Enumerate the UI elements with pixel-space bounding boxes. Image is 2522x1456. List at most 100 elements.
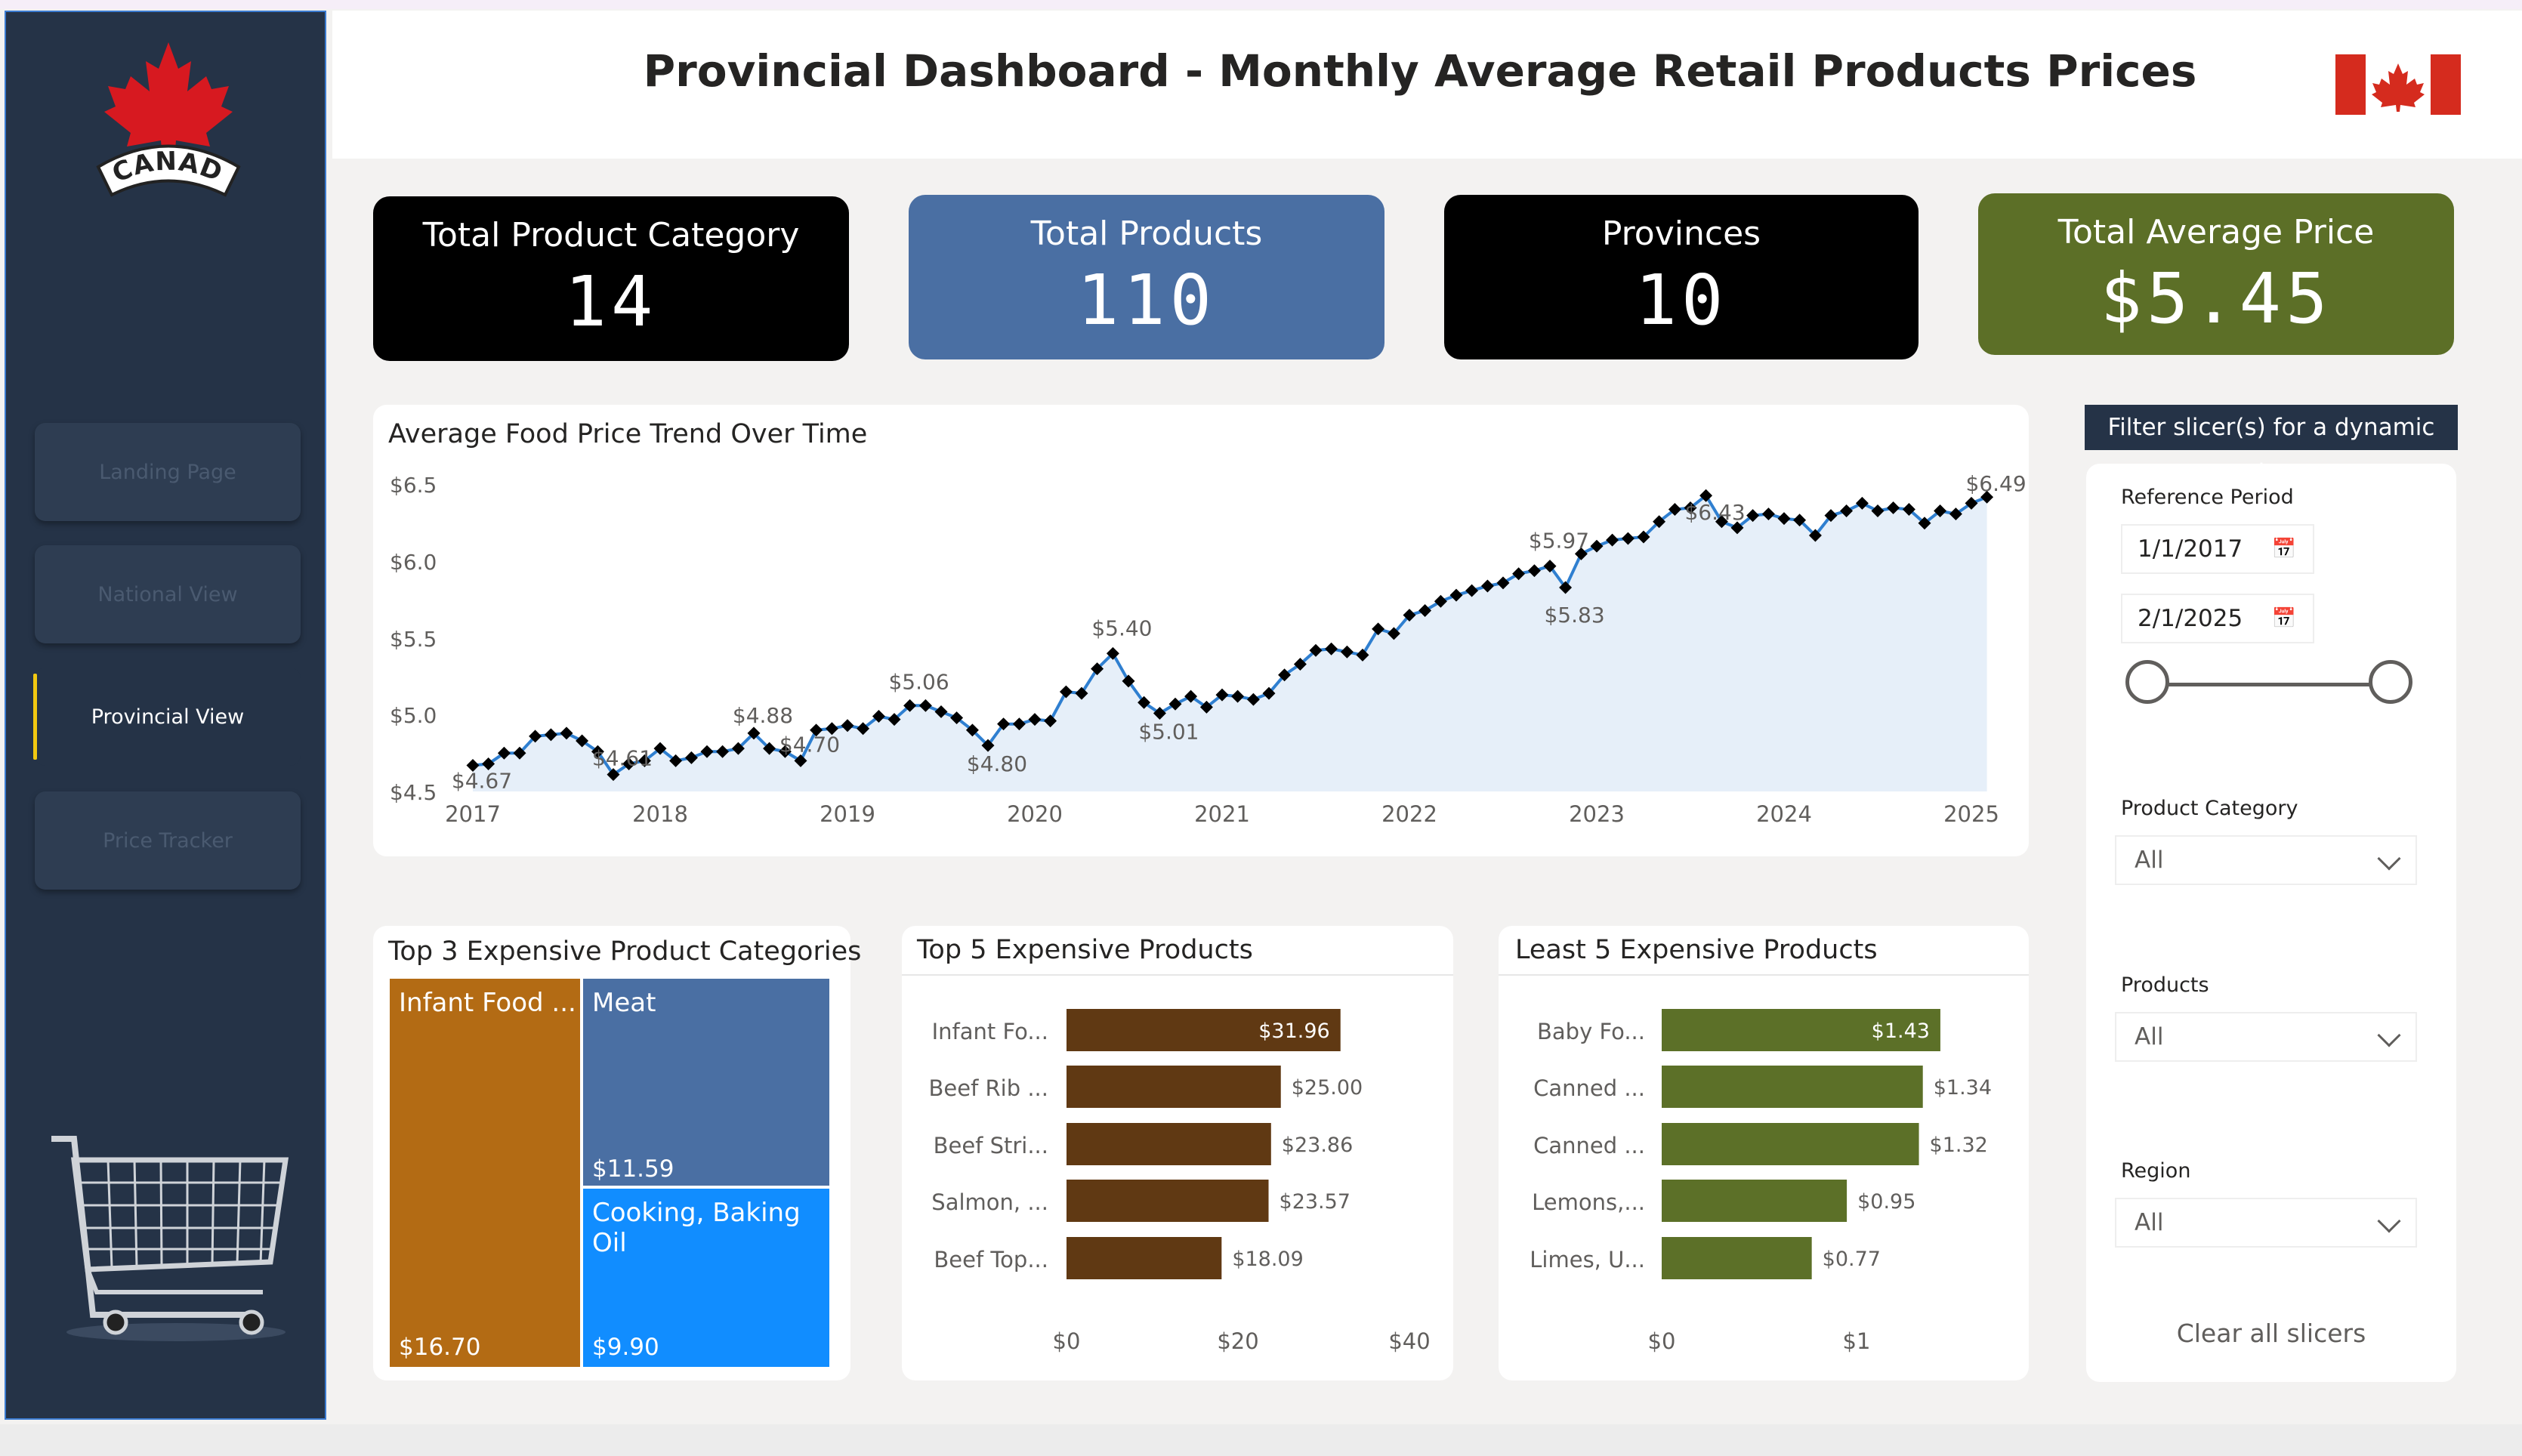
bar-value-label: $23.86 (1282, 1134, 1353, 1157)
nav-provincial-view[interactable]: Provincial View (33, 668, 301, 766)
slicer-header: Filter slicer(s) for a dynamic view (2085, 405, 2458, 486)
shopping-cart-icon (51, 1136, 289, 1341)
dropdown-value: All (2135, 847, 2164, 874)
chevron-down-icon (2377, 1209, 2401, 1233)
nav-national-view[interactable]: National View (35, 545, 301, 643)
kpi-label: Total Product Category (422, 216, 800, 254)
x-tick: 2023 (1569, 801, 1625, 827)
kpi-value: 10 (1635, 260, 1728, 341)
treemap-tile-value: $16.70 (399, 1334, 481, 1361)
category-label: Infant Fo... (932, 1019, 1048, 1044)
kpi-total-average-price: Total Average Price $5.45 (1978, 193, 2454, 355)
bar[interactable] (1662, 1123, 1919, 1165)
treemap-tile-label: Cooking, Baking Oil (592, 1198, 801, 1258)
least5-title: Least 5 Expensive Products (1515, 935, 1878, 965)
least5-bar-chart[interactable]: Baby Fo... Canned ... Canned ... Lemons,… (1499, 974, 2029, 1367)
x-tick: $0 (1053, 1328, 1081, 1354)
page-title: Provincial Dashboard - Monthly Average R… (643, 45, 2197, 97)
top-border (0, 0, 2522, 9)
products-label: Products (2121, 973, 2209, 997)
category-label: Limes, U... (1530, 1247, 1645, 1272)
bar-value-label: $23.57 (1280, 1190, 1351, 1214)
x-tick: 2024 (1756, 801, 1812, 827)
y-tick: $5.5 (390, 627, 437, 652)
range-slider-start-handle[interactable] (2125, 660, 2169, 704)
bar[interactable] (1662, 1180, 1848, 1222)
bar[interactable] (1067, 1123, 1271, 1165)
category-label: Beef Stri... (934, 1133, 1048, 1158)
dropdown-value: All (2135, 1023, 2164, 1050)
bar-value-label: $1.32 (1930, 1134, 1988, 1157)
category-label: Canned ... (1533, 1133, 1645, 1158)
canada-logo: CANADA (82, 35, 241, 197)
treemap-tile-value: $11.59 (592, 1155, 674, 1183)
top5-title: Top 5 Expensive Products (917, 935, 1253, 965)
bar-value-label: $0.95 (1857, 1190, 1915, 1214)
x-tick: 2022 (1381, 801, 1437, 827)
category-label: Baby Fo... (1537, 1019, 1645, 1044)
product-category-label: Product Category (2121, 797, 2298, 820)
category-label: Beef Rib ... (929, 1075, 1049, 1101)
treemap-tile-meat[interactable]: Meat $11.59 (583, 979, 829, 1186)
y-tick: $4.5 (390, 780, 437, 805)
category-label: Salmon, ... (931, 1189, 1048, 1215)
treemap-title: Top 3 Expensive Product Categories (388, 936, 862, 967)
bar-value-label: $0.77 (1823, 1248, 1881, 1271)
range-slider-end-handle[interactable] (2369, 660, 2412, 704)
kpi-total-products: Total Products 110 (909, 195, 1384, 359)
nav-label: Price Tracker (103, 828, 233, 853)
clear-all-slicers-button[interactable]: Clear all slicers (2086, 1319, 2456, 1348)
trend-chart[interactable]: $6.5 $6.0 $5.5 $5.0 $4.5 2017 2018 2019 … (373, 405, 2029, 856)
data-label: $4.70 (779, 732, 840, 757)
data-label: $5.06 (888, 669, 949, 694)
x-tick: 2025 (1943, 801, 1999, 827)
category-label: Lemons,... (1532, 1189, 1645, 1215)
data-label: $4.88 (733, 703, 793, 728)
kpi-provinces: Provinces 10 (1444, 195, 1919, 359)
dropdown-value: All (2135, 1209, 2164, 1236)
region-label: Region (2121, 1159, 2191, 1183)
start-date-input[interactable]: 1/1/2017 📅 (2121, 524, 2314, 574)
products-dropdown[interactable]: All (2115, 1012, 2417, 1062)
bar-value-label: $1.43 (1872, 1020, 1930, 1043)
nav-price-tracker[interactable]: Price Tracker (35, 791, 301, 890)
treemap-tile-infant-food[interactable]: Infant Food ... $16.70 (390, 979, 580, 1367)
chevron-down-icon (2377, 1023, 2401, 1047)
treemap-tile-cooking-oil[interactable]: Cooking, Baking Oil $9.90 (583, 1189, 829, 1367)
trend-area-fill (473, 495, 1987, 791)
range-slider-track[interactable] (2150, 683, 2393, 686)
nav-landing-page[interactable]: Landing Page (35, 423, 301, 521)
sidebar: CANADA Landing Page National View Provin… (5, 11, 326, 1420)
kpi-value: 110 (1076, 260, 1217, 341)
y-tick: $5.0 (390, 703, 437, 728)
data-label: $5.83 (1544, 603, 1604, 628)
x-tick: 2019 (820, 801, 875, 827)
x-tick: $40 (1388, 1328, 1430, 1354)
calendar-icon[interactable]: 📅 (2272, 595, 2296, 642)
bar-value-label: $18.09 (1232, 1248, 1303, 1271)
x-tick: 2020 (1007, 801, 1063, 827)
bar[interactable] (1067, 1180, 1269, 1222)
bar[interactable] (1067, 1066, 1281, 1108)
bar[interactable] (1662, 1237, 1812, 1279)
bar-value-label: $1.34 (1934, 1076, 1992, 1100)
data-label: $6.43 (1684, 500, 1745, 525)
kpi-total-product-category: Total Product Category 14 (373, 196, 849, 361)
x-tick: $1 (1843, 1328, 1871, 1354)
kpi-label: Total Average Price (2057, 213, 2375, 251)
top5-bar-chart[interactable]: Infant Fo... Beef Rib ... Beef Stri... S… (902, 974, 1453, 1367)
data-label: $4.61 (592, 746, 653, 771)
region-dropdown[interactable]: All (2115, 1198, 2417, 1248)
y-tick: $6.0 (390, 550, 437, 575)
kpi-label: Total Products (1030, 214, 1263, 253)
data-label: $5.01 (1138, 719, 1199, 744)
end-date-input[interactable]: 2/1/2025 📅 (2121, 594, 2314, 643)
bar[interactable] (1662, 1066, 1923, 1108)
treemap-tile-label: Meat (592, 988, 656, 1018)
calendar-icon[interactable]: 📅 (2272, 526, 2296, 572)
nav-label: Provincial View (91, 705, 245, 729)
product-category-dropdown[interactable]: All (2115, 835, 2417, 885)
data-label: $4.67 (452, 768, 512, 793)
bar[interactable] (1067, 1237, 1222, 1279)
data-label: $5.97 (1529, 529, 1589, 554)
